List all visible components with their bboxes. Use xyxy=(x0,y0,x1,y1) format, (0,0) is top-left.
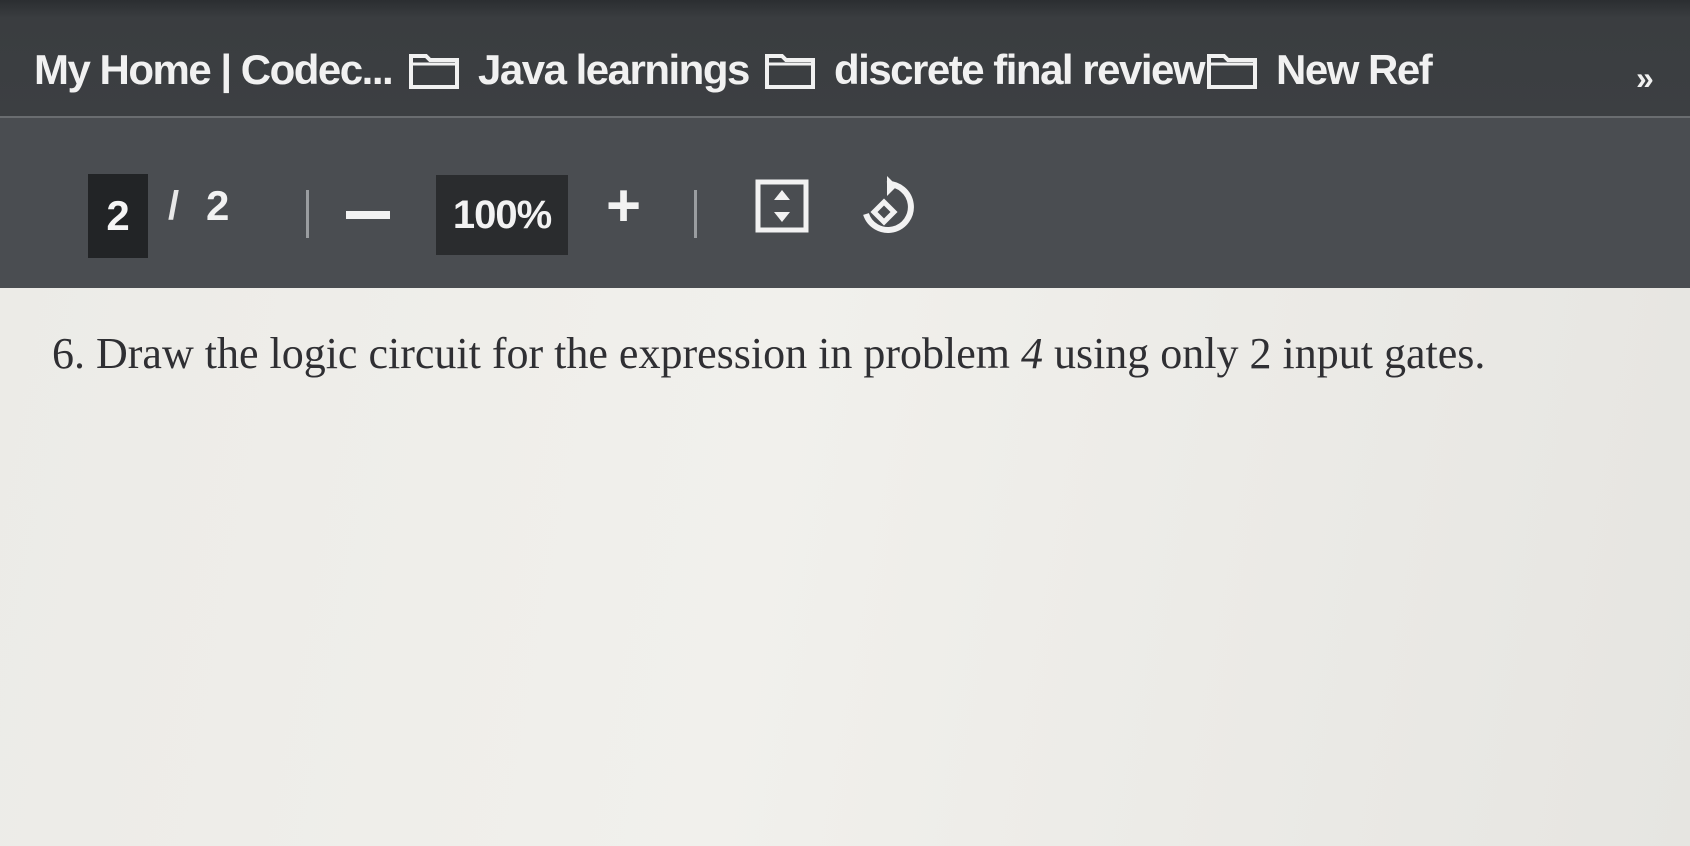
rotate-icon[interactable] xyxy=(854,174,920,245)
bookmark-folder-java-learnings[interactable]: Java learnings xyxy=(408,42,750,98)
folder-icon xyxy=(764,50,816,90)
page-number-input[interactable]: 2 xyxy=(88,174,148,258)
toolbar-divider xyxy=(306,190,309,238)
bookmark-label: New Ref xyxy=(1276,46,1433,93)
bookmark-label: discrete final review xyxy=(834,46,1206,93)
question-6-text: 6. Draw the logic circuit for the expres… xyxy=(52,328,1485,379)
question-prefix: 6. Draw the logic circuit for the expres… xyxy=(52,329,1021,378)
bookmark-folder-discrete-final-review[interactable]: discrete final review xyxy=(764,42,1206,98)
bookmarks-overflow-chevron-icon[interactable]: » xyxy=(1636,60,1654,97)
question-suffix: using only 2 input gates. xyxy=(1042,329,1486,378)
question-problem-number: 4 xyxy=(1020,329,1043,378)
zoom-out-button[interactable] xyxy=(346,211,390,219)
zoom-level-input[interactable]: 100% xyxy=(436,175,568,255)
total-pages: 2 xyxy=(206,182,230,229)
zoom-in-button[interactable]: + xyxy=(606,176,641,236)
pdf-toolbar: 2 / 2 100% + xyxy=(0,118,1690,288)
folder-icon xyxy=(408,50,460,90)
bookmark-label: Java learnings xyxy=(478,46,750,93)
fit-to-page-icon[interactable] xyxy=(754,178,810,239)
folder-icon xyxy=(1206,50,1258,90)
toolbar-divider xyxy=(694,190,697,238)
page-separator: / xyxy=(168,184,180,228)
bookmark-folder-new-ref[interactable]: New Ref xyxy=(1206,42,1433,98)
bookmark-label: My Home | Codec... xyxy=(34,46,394,93)
bookmarks-bar: My Home | Codec... Java learnings discre… xyxy=(0,0,1690,118)
pdf-page: 6. Draw the logic circuit for the expres… xyxy=(0,288,1690,846)
bookmark-my-home[interactable]: My Home | Codec... xyxy=(34,42,394,98)
